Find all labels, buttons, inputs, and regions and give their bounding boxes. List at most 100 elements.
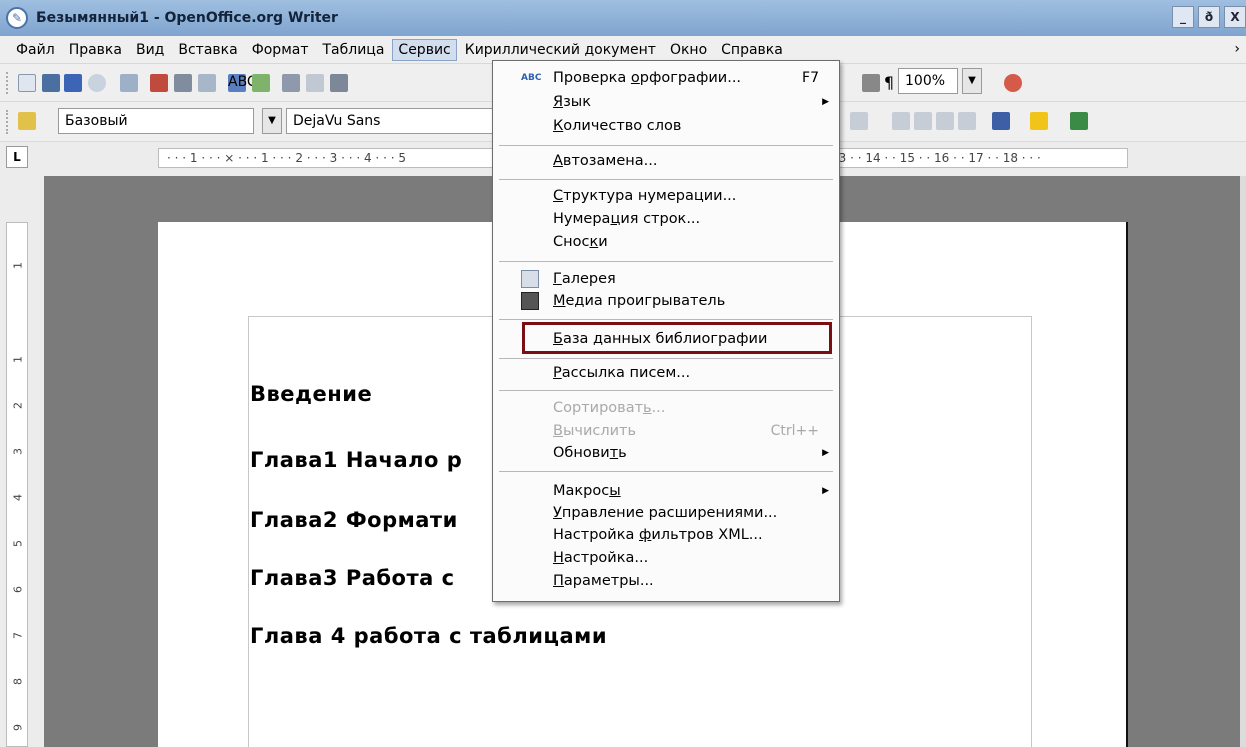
- menu-table[interactable]: Таблица: [317, 39, 391, 61]
- menu-item-outline-numbering[interactable]: Структура нумерации...: [553, 185, 736, 207]
- menu-item-options[interactable]: Параметры...: [553, 570, 654, 592]
- menu-item-word-count[interactable]: Количество слов: [553, 115, 681, 137]
- shortcut-ctrl-plus: Ctrl++: [770, 423, 819, 439]
- spellcheck-icon[interactable]: ABC: [228, 74, 257, 92]
- vertical-scrollbar[interactable]: [1240, 176, 1246, 747]
- menu-help[interactable]: Справка: [715, 39, 789, 61]
- zoom-dropdown-button[interactable]: ▼: [962, 68, 982, 94]
- increase-indent-icon[interactable]: [958, 112, 976, 130]
- heading-chapter-2[interactable]: Глава2 Формати: [250, 508, 458, 532]
- title-bar: ✎ Безымянный1 - OpenOffice.org Writer _ …: [0, 0, 1246, 36]
- email-icon[interactable]: [88, 74, 106, 92]
- menu-separator: [499, 358, 833, 359]
- vruler-mark: 7: [11, 632, 25, 639]
- menu-format[interactable]: Формат: [246, 39, 315, 61]
- vruler-mark: 1: [11, 262, 25, 269]
- menu-separator: [499, 390, 833, 391]
- ruler-left-marks: · · · 1 · · · ⨯ · · · 1 · · · 2 · · · 3 …: [167, 151, 406, 165]
- spellcheck-icon: ABC: [521, 73, 542, 83]
- tab-stop-selector[interactable]: L: [6, 146, 28, 168]
- window-title: Безымянный1 - OpenOffice.org Writer: [36, 10, 338, 26]
- paste-icon[interactable]: [330, 74, 348, 92]
- print-icon[interactable]: [174, 74, 192, 92]
- heading-chapter-4[interactable]: Глава 4 работа с таблицами: [250, 624, 607, 648]
- shortcut-f7: F7: [802, 70, 819, 86]
- menu-window[interactable]: Окно: [664, 39, 713, 61]
- numbering-icon[interactable]: [892, 112, 910, 130]
- menu-item-footnotes[interactable]: Сноски: [553, 231, 608, 253]
- submenu-arrow-icon: ▶: [822, 486, 829, 496]
- menu-cyrillic-document[interactable]: Кириллический документ: [459, 39, 662, 61]
- vruler-mark: 4: [11, 494, 25, 501]
- font-color-icon[interactable]: [992, 112, 1010, 130]
- restore-button[interactable]: ð: [1198, 6, 1220, 28]
- formatting-marks-icon[interactable]: ¶: [880, 74, 898, 92]
- page-preview-icon[interactable]: [198, 74, 216, 92]
- autospellcheck-icon[interactable]: [252, 74, 270, 92]
- menu-tools[interactable]: Сервис: [392, 38, 457, 61]
- menu-item-macros[interactable]: Макросы: [553, 480, 621, 502]
- open-icon[interactable]: [42, 74, 60, 92]
- menu-separator: [499, 145, 833, 146]
- menu-item-spellcheck[interactable]: Проверка орфографии...: [553, 67, 741, 89]
- menu-item-calculate[interactable]: Вычислить: [553, 420, 636, 442]
- menu-item-sort[interactable]: Сортировать...: [553, 397, 665, 419]
- font-name-field[interactable]: DejaVu Sans: [286, 108, 496, 134]
- menu-item-mail-merge[interactable]: Рассылка писем...: [553, 362, 690, 384]
- menu-separator: [499, 179, 833, 180]
- toolbar-grip[interactable]: [6, 110, 10, 134]
- cut-icon[interactable]: [282, 74, 300, 92]
- menubar-overflow[interactable]: ›: [1234, 41, 1240, 57]
- bullets-icon[interactable]: [914, 112, 932, 130]
- background-color-icon[interactable]: [1070, 112, 1088, 130]
- vruler-mark: 1: [11, 356, 25, 363]
- vruler-mark: 9: [11, 724, 25, 731]
- vruler-mark: 3: [11, 448, 25, 455]
- menu-item-autocorrect[interactable]: Автозамена...: [553, 150, 657, 172]
- close-button[interactable]: X: [1224, 6, 1246, 28]
- vruler-mark: 5: [11, 540, 25, 547]
- heading-introduction[interactable]: Введение: [250, 382, 372, 406]
- menu-separator: [499, 261, 833, 262]
- menu-view[interactable]: Вид: [130, 39, 170, 61]
- toolbar-grip[interactable]: [6, 72, 10, 94]
- heading-chapter-3[interactable]: Глава3 Работа с: [250, 566, 455, 590]
- menu-insert[interactable]: Вставка: [172, 39, 243, 61]
- menu-item-xml-filter-settings[interactable]: Настройка фильтров XML...: [553, 524, 763, 546]
- heading-chapter-1[interactable]: Глава1 Начало р: [250, 448, 462, 472]
- submenu-arrow-icon: ▶: [822, 97, 829, 107]
- export-pdf-icon[interactable]: [150, 74, 168, 92]
- align-justify-icon[interactable]: [850, 112, 868, 130]
- menu-item-language[interactable]: Язык: [553, 91, 591, 113]
- paragraph-style-dropdown[interactable]: ▼: [262, 108, 282, 134]
- menu-item-gallery[interactable]: Галерея: [553, 268, 616, 290]
- decrease-indent-icon[interactable]: [936, 112, 954, 130]
- menu-separator: [499, 319, 833, 320]
- menu-item-extension-manager[interactable]: Управление расширениями...: [553, 502, 777, 524]
- menu-item-line-numbering[interactable]: Нумерация строк...: [553, 208, 700, 230]
- styles-icon[interactable]: [18, 112, 36, 130]
- edit-file-icon[interactable]: [120, 74, 138, 92]
- copy-icon[interactable]: [306, 74, 324, 92]
- menu-item-customize[interactable]: Настройка...: [553, 547, 648, 569]
- ruler-right-marks: 13 · · 14 · · 15 · · 16 · · 17 · · 18 · …: [831, 151, 1041, 165]
- vruler-mark: 6: [11, 586, 25, 593]
- navigator-icon[interactable]: [862, 74, 880, 92]
- media-player-icon: [521, 292, 539, 310]
- vruler-mark: 2: [11, 402, 25, 409]
- menu-item-media-player[interactable]: Медиа проигрыватель: [553, 290, 725, 312]
- submenu-arrow-icon: ▶: [822, 448, 829, 458]
- menu-file[interactable]: Файл: [10, 39, 61, 61]
- bibliography-highlight-frame: [522, 322, 832, 354]
- vruler-mark: 8: [11, 678, 25, 685]
- menu-edit[interactable]: Правка: [63, 39, 128, 61]
- new-document-icon[interactable]: [18, 74, 36, 92]
- zoom-field[interactable]: 100%: [898, 68, 958, 94]
- highlighting-icon[interactable]: [1030, 112, 1048, 130]
- minimize-button[interactable]: _: [1172, 6, 1194, 28]
- paragraph-style-field[interactable]: Базовый: [58, 108, 254, 134]
- help-icon[interactable]: [1004, 74, 1022, 92]
- save-icon[interactable]: [64, 74, 82, 92]
- menu-item-update[interactable]: Обновить: [553, 442, 627, 464]
- vertical-ruler[interactable]: 1 1 2 3 4 5 6 7 8 9: [6, 222, 28, 747]
